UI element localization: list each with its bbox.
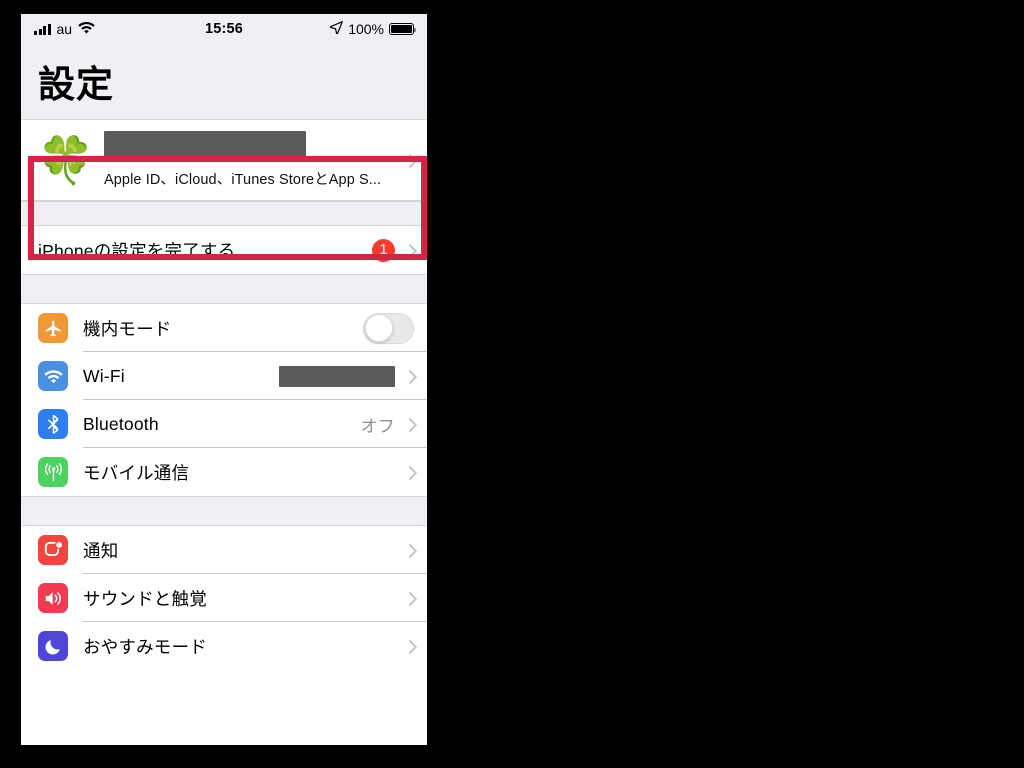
row-label: サウンドと触覚 — [83, 588, 207, 609]
row-do-not-disturb[interactable]: おやすみモード — [21, 622, 427, 670]
chevron-right-icon — [404, 467, 414, 477]
row-label: 通知 — [83, 540, 119, 561]
apple-id-subtitle: Apple ID、iCloud、iTunes StoreとApp S... — [104, 172, 382, 188]
connectivity-group: 機内モード Wi-Fi Bluetooth オフ モバイル通信 — [21, 304, 427, 496]
chevron-right-icon — [404, 155, 414, 165]
row-accessories — [363, 312, 414, 344]
section-gap-3 — [21, 496, 427, 526]
row-label: Bluetooth — [83, 413, 159, 434]
location-arrow-icon — [330, 21, 344, 37]
apple-id-name-redacted — [104, 131, 306, 162]
wifi-network-redacted — [279, 365, 395, 387]
row-airplane-mode[interactable]: 機内モード — [21, 304, 427, 352]
chevron-right-icon — [404, 545, 414, 555]
row-wifi[interactable]: Wi-Fi — [21, 352, 427, 400]
page-title-area: 設定 — [21, 44, 427, 119]
status-bar: au 15:56 100% — [21, 14, 427, 44]
apple-id-text: Apple ID、iCloud、iTunes StoreとApp S... — [104, 131, 381, 189]
battery-full-icon — [389, 23, 417, 35]
row-accessories — [404, 593, 414, 603]
row-cellular[interactable]: モバイル通信 — [21, 448, 427, 496]
row-accessories — [404, 545, 414, 555]
cellular-antenna-icon — [38, 457, 68, 487]
setup-group: iPhoneの設定を完了する 1 — [21, 226, 427, 274]
row-sounds-haptics[interactable]: サウンドと触覚 — [21, 574, 427, 622]
row-accessories: オフ — [361, 412, 414, 437]
row-label: モバイル通信 — [83, 462, 190, 483]
row-accessories — [404, 641, 414, 651]
row-label: Wi-Fi — [83, 365, 125, 386]
row-notifications[interactable]: 通知 — [21, 526, 427, 574]
row-bluetooth[interactable]: Bluetooth オフ — [21, 400, 427, 448]
row-accessories — [279, 365, 414, 387]
notifications-icon — [38, 535, 68, 565]
row-complete-iphone-setup[interactable]: iPhoneの設定を完了する 1 — [21, 226, 427, 274]
airplane-icon — [38, 313, 68, 343]
notifications-group: 通知 サウンドと触覚 おやすみモード — [21, 526, 427, 670]
row-label: iPhoneの設定を完了する — [38, 240, 236, 261]
apple-id-row-right — [404, 155, 414, 165]
apple-id-row[interactable]: 🍀 Apple ID、iCloud、iTunes StoreとApp S... — [21, 120, 427, 200]
screenshot-canvas: au 15:56 100% 設定 🍀 Apple ID、iCloud、iTune… — [0, 0, 1024, 768]
sounds-haptics-icon — [38, 583, 68, 613]
chevron-right-icon — [404, 419, 414, 429]
battery-percent-label: 100% — [348, 21, 384, 37]
row-accessories: 1 — [372, 238, 414, 262]
row-label: 機内モード — [83, 318, 172, 339]
status-bar-right: 100% — [330, 21, 417, 37]
chevron-right-icon — [404, 245, 414, 255]
airplane-mode-toggle[interactable] — [363, 312, 414, 344]
wifi-icon — [38, 361, 68, 391]
apple-id-group: 🍀 Apple ID、iCloud、iTunes StoreとApp S... — [21, 119, 427, 201]
chevron-right-icon — [404, 593, 414, 603]
page-title: 設定 — [38, 64, 114, 105]
iphone-screen: au 15:56 100% 設定 🍀 Apple ID、iCloud、iTune… — [21, 14, 427, 745]
status-badge: 1 — [372, 238, 395, 262]
chevron-right-icon — [404, 641, 414, 651]
chevron-right-icon — [404, 371, 414, 381]
four-leaf-clover-avatar: 🍀 — [37, 134, 95, 186]
do-not-disturb-moon-icon — [38, 631, 68, 661]
row-label: おやすみモード — [83, 636, 207, 657]
section-gap-2 — [21, 274, 427, 304]
bluetooth-icon — [38, 409, 68, 439]
section-gap-1 — [21, 201, 427, 226]
bluetooth-status-value: オフ — [360, 416, 395, 436]
row-accessories — [404, 467, 414, 477]
